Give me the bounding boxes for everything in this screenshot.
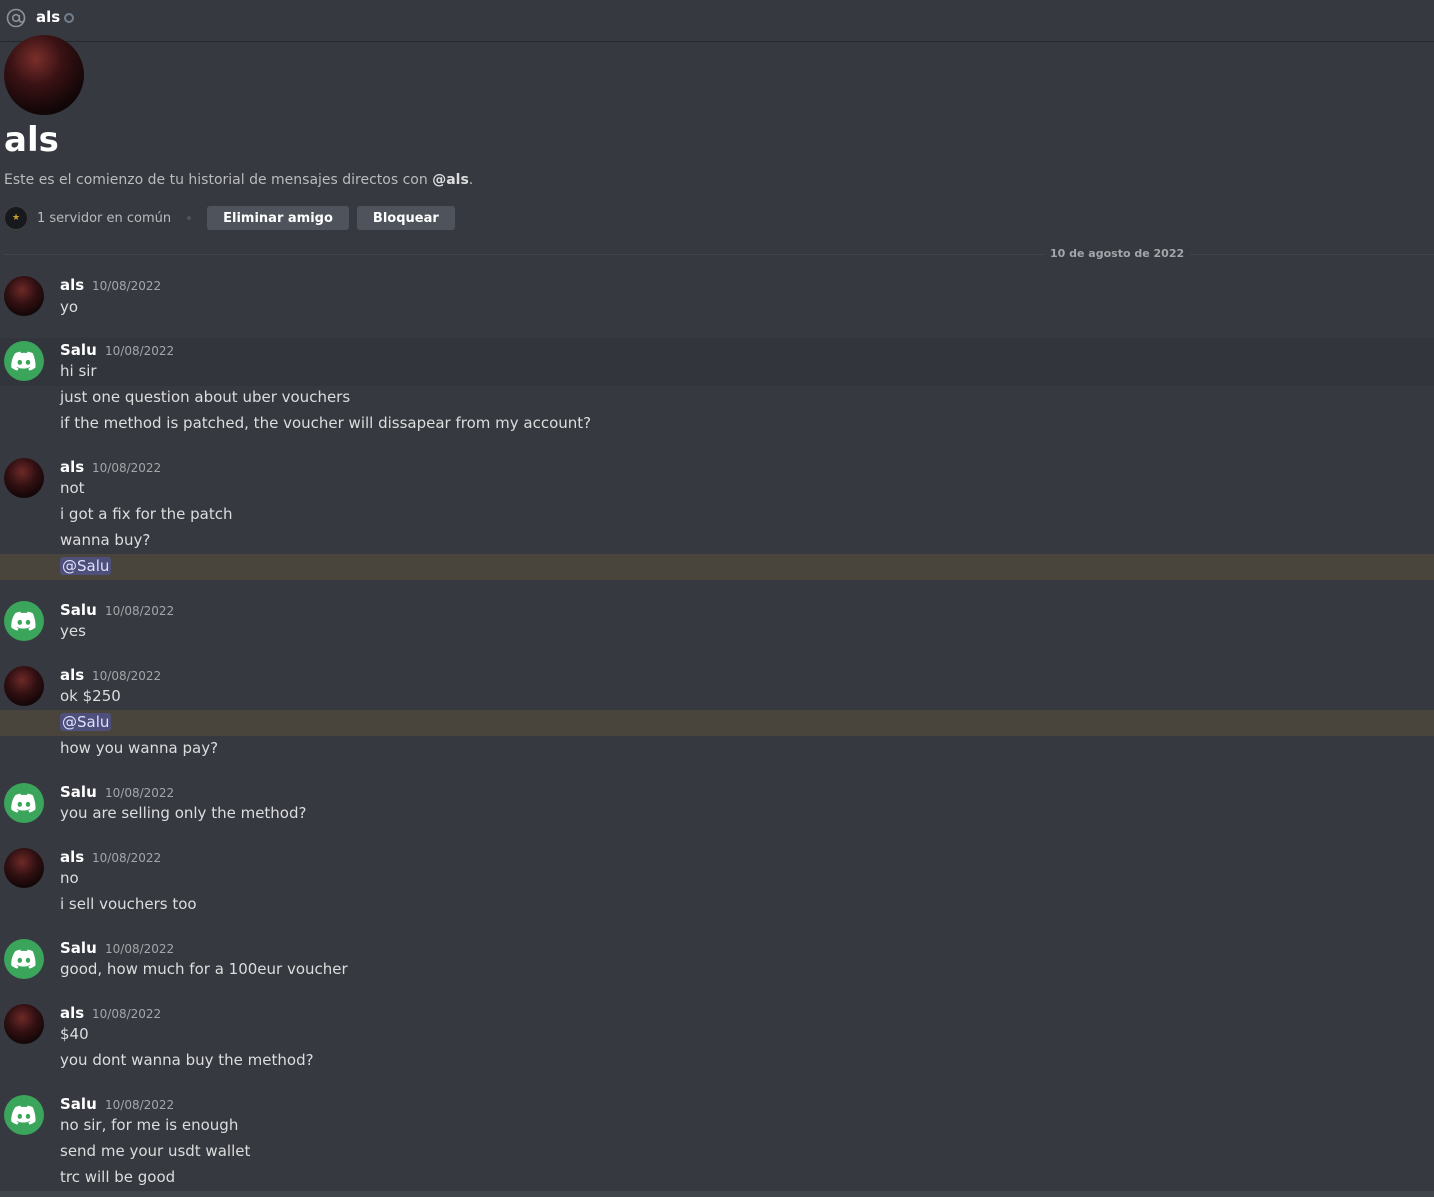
- message-author[interactable]: als: [60, 458, 84, 476]
- message-timestamp: 10/08/2022: [92, 669, 162, 683]
- message-timestamp: 10/08/2022: [92, 1007, 162, 1021]
- date-divider: 10 de agosto de 2022: [1044, 247, 1191, 260]
- message-text: no: [60, 869, 79, 887]
- intro-handle: @als: [432, 172, 469, 188]
- message-author[interactable]: Salu: [60, 601, 97, 619]
- mutual-server-row: ★ 1 servidor en común Eliminar amigo Blo…: [4, 206, 463, 230]
- message-input-edge: [0, 1191, 1434, 1197]
- date-divider-line: [4, 254, 1434, 255]
- avatar[interactable]: [4, 783, 44, 823]
- avatar[interactable]: [4, 1095, 44, 1135]
- message-text: $40: [60, 1025, 89, 1043]
- message-text: not: [60, 479, 85, 497]
- discord-logo-icon: [11, 611, 36, 631]
- avatar[interactable]: [4, 341, 44, 381]
- separator-dot: [187, 216, 192, 220]
- message-author[interactable]: Salu: [60, 939, 97, 957]
- message-text: you are selling only the method?: [60, 804, 307, 822]
- message-text: ok $250: [60, 687, 121, 705]
- dm-header: als: [0, 0, 1434, 42]
- message-timestamp: 10/08/2022: [105, 786, 175, 800]
- mention-line: @Salu: [60, 713, 112, 731]
- hovered-message-bg: [0, 338, 1434, 386]
- discord-logo-icon: [11, 793, 36, 813]
- message-text: trc will be good: [60, 1168, 176, 1186]
- message-text: i got a fix for the patch: [60, 505, 233, 523]
- message-text: yo: [60, 298, 79, 316]
- message-text: yes: [60, 622, 86, 640]
- avatar[interactable]: [4, 276, 44, 316]
- avatar[interactable]: [4, 601, 44, 641]
- avatar[interactable]: [4, 458, 44, 498]
- remove-friend-button[interactable]: Eliminar amigo: [207, 206, 349, 230]
- at-sign-icon: [6, 8, 26, 28]
- avatar[interactable]: [4, 1004, 44, 1044]
- message-timestamp: 10/08/2022: [105, 1098, 175, 1112]
- message-text: wanna buy?: [60, 531, 151, 549]
- mention-line: @Salu: [60, 557, 112, 575]
- intro-username: als: [4, 120, 59, 160]
- avatar[interactable]: [4, 666, 44, 706]
- message-author[interactable]: Salu: [60, 1095, 97, 1113]
- discord-logo-icon: [11, 351, 36, 371]
- mention-highlight: [0, 710, 1434, 736]
- offline-status-icon: [64, 13, 74, 23]
- block-button[interactable]: Bloquear: [356, 206, 455, 230]
- user-mention[interactable]: @Salu: [60, 557, 112, 575]
- message-text: i sell vouchers too: [60, 895, 197, 913]
- intro-description: Este es el comienzo de tu historial de m…: [4, 172, 474, 188]
- message-text: no sir, for me is enough: [60, 1116, 239, 1134]
- message-text: how you wanna pay?: [60, 739, 219, 757]
- mutual-servers-link[interactable]: 1 servidor en común: [37, 211, 171, 226]
- discord-logo-icon: [11, 949, 36, 969]
- intro-avatar: [4, 35, 84, 115]
- message-text: you dont wanna buy the method?: [60, 1051, 314, 1069]
- message-text: just one question about uber vouchers: [60, 388, 351, 406]
- message-author[interactable]: als: [60, 1004, 84, 1022]
- message-author[interactable]: als: [60, 666, 84, 684]
- message-timestamp: 10/08/2022: [105, 344, 175, 358]
- message-text: good, how much for a 100eur voucher: [60, 960, 348, 978]
- message-text: if the method is patched, the voucher wi…: [60, 414, 592, 432]
- message-timestamp: 10/08/2022: [105, 604, 175, 618]
- message-timestamp: 10/08/2022: [92, 461, 162, 475]
- message-text: send me your usdt wallet: [60, 1142, 251, 1160]
- discord-logo-icon: [11, 1105, 36, 1125]
- message-author[interactable]: als: [60, 276, 84, 294]
- header-username[interactable]: als: [36, 8, 60, 26]
- avatar[interactable]: [4, 939, 44, 979]
- message-author[interactable]: Salu: [60, 783, 97, 801]
- message-author[interactable]: als: [60, 848, 84, 866]
- message-timestamp: 10/08/2022: [92, 279, 162, 293]
- message-text: hi sir: [60, 362, 97, 380]
- message-timestamp: 10/08/2022: [105, 942, 175, 956]
- server-icon[interactable]: ★: [4, 206, 28, 230]
- message-timestamp: 10/08/2022: [92, 851, 162, 865]
- mention-highlight: [0, 554, 1434, 580]
- user-mention[interactable]: @Salu: [60, 713, 112, 731]
- message-author[interactable]: Salu: [60, 341, 97, 359]
- avatar[interactable]: [4, 848, 44, 888]
